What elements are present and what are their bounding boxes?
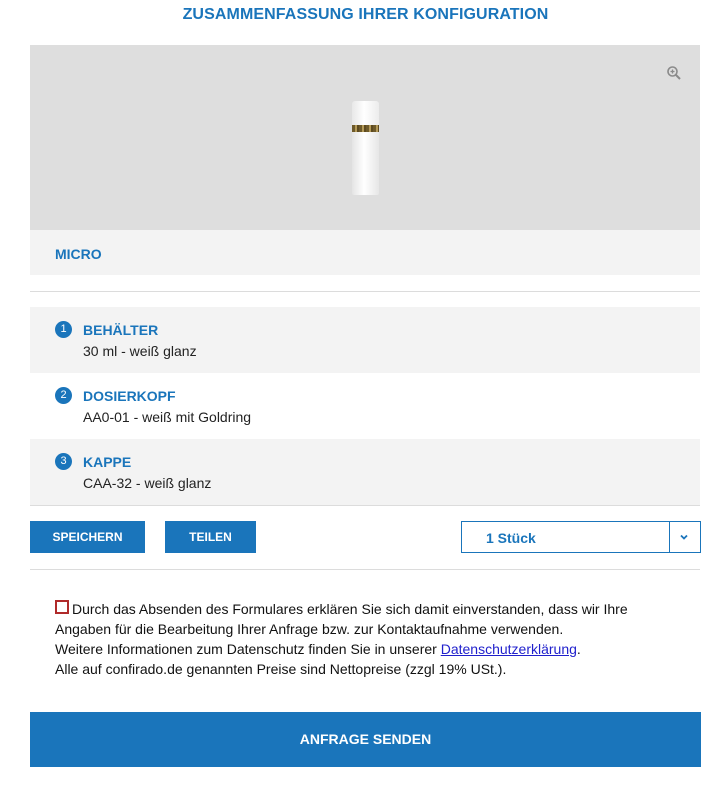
- page-title: ZUSAMMENFASSUNG IHRER KONFIGURATION: [182, 6, 549, 23]
- quantity-separator: [669, 522, 670, 552]
- privacy-line: Weitere Informationen zum Datenschutz fi…: [55, 639, 695, 659]
- step-number-badge: 2: [55, 387, 72, 404]
- privacy-suffix: .: [576, 641, 581, 657]
- product-name: MICRO: [55, 246, 102, 262]
- divider: [30, 569, 700, 570]
- step-value-container: 30 ml - weiß glanz: [83, 343, 197, 359]
- step-label-container: BEHÄLTER: [83, 322, 159, 338]
- privacy-policy-link[interactable]: Datenschutzerklärung: [441, 641, 577, 657]
- save-button[interactable]: SPEICHERN: [30, 521, 145, 553]
- config-step-cap: 3 KAPPE CAA-32 - weiß glanz: [30, 439, 700, 505]
- consent-text: Durch das Absenden des Formulares erklär…: [55, 599, 695, 679]
- privacy-prefix: Weitere Informationen zum Datenschutz fi…: [55, 641, 441, 657]
- zoom-in-icon[interactable]: [666, 65, 682, 81]
- quantity-value: 1 Stück: [486, 530, 536, 546]
- share-button[interactable]: TEILEN: [165, 521, 256, 553]
- config-step-dosing-head: 2 DOSIERKOPF AA0-01 - weiß mit Goldring: [30, 373, 700, 439]
- step-number-badge: 3: [55, 453, 72, 470]
- divider: [30, 505, 700, 506]
- step-value-cap: CAA-32 - weiß glanz: [83, 475, 212, 491]
- chevron-down-icon[interactable]: [678, 531, 690, 543]
- step-value-dosing-head: AA0-01 - weiß mit Goldring: [83, 409, 252, 425]
- consent-line: Angaben für die Bearbeitung Ihrer Anfrag…: [55, 621, 564, 637]
- product-preview: [30, 45, 700, 230]
- bottle-product-image: [352, 101, 379, 195]
- quantity-select[interactable]: 1 Stück: [461, 521, 701, 553]
- divider: [30, 291, 700, 292]
- step-label-cap: KAPPE: [83, 454, 132, 470]
- price-note: Alle auf confirado.de genannten Preise s…: [55, 661, 507, 677]
- product-name-bar: MICRO: [30, 230, 700, 275]
- config-step-container: 1 BEHÄLTER 30 ml - weiß glanz: [30, 307, 700, 373]
- submit-request-button[interactable]: ANFRAGE SENDEN: [30, 712, 701, 767]
- step-label-dosing-head: DOSIERKOPF: [83, 388, 176, 404]
- consent-line: Durch das Absenden des Formulares erklär…: [72, 601, 628, 617]
- step-number-badge: 1: [55, 321, 72, 338]
